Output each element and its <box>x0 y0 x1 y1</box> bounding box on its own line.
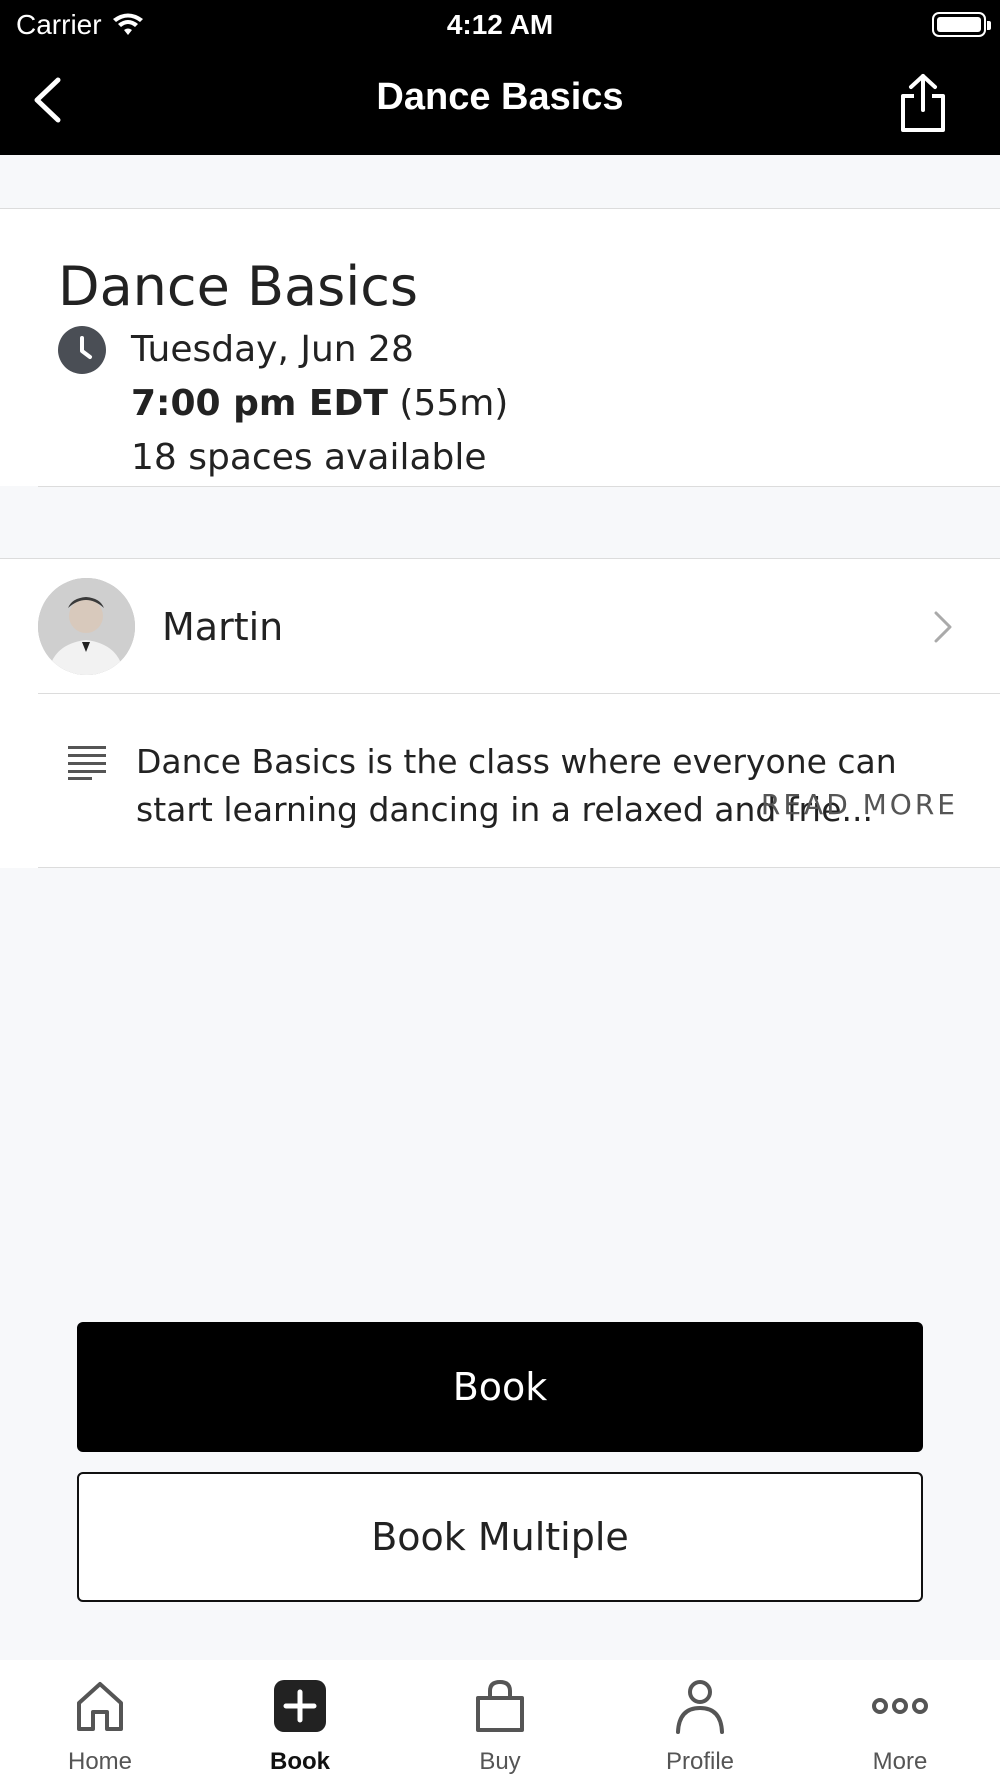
class-info-card: Dance Basics Tuesday, Jun 28 7:00 pm EDT… <box>0 208 1000 487</box>
class-duration: (55m) <box>399 383 509 424</box>
spaces-available: 18 spaces available <box>131 437 487 478</box>
tab-profile-label: Profile <box>665 1748 735 1775</box>
tab-book[interactable]: Book <box>200 1660 400 1778</box>
tab-bar: Home Book Buy Profile More <box>0 1660 1000 1778</box>
share-icon <box>901 74 945 132</box>
book-plus-icon <box>270 1676 330 1736</box>
chevron-right-icon <box>934 611 952 643</box>
home-icon <box>70 1676 130 1736</box>
instructor-row[interactable]: Martin <box>0 558 1000 694</box>
text-lines-icon <box>68 746 106 780</box>
divider <box>38 486 1000 487</box>
tab-buy[interactable]: Buy <box>400 1660 600 1778</box>
battery-icon <box>932 12 991 37</box>
class-time: 7:00 pm EDT (55m) <box>131 383 508 424</box>
tab-home[interactable]: Home <box>0 1660 200 1778</box>
shopping-bag-icon <box>470 1676 530 1736</box>
tab-more-label: More <box>872 1748 928 1775</box>
read-more-link[interactable]: READ MORE <box>761 788 958 821</box>
page-title: Dance Basics <box>376 76 624 118</box>
avatar <box>38 578 135 675</box>
book-multiple-button[interactable]: Book Multiple <box>77 1472 923 1602</box>
tab-more[interactable]: More <box>800 1660 1000 1778</box>
clock-icon <box>58 326 106 374</box>
class-title: Dance Basics <box>58 255 419 318</box>
divider <box>38 867 1000 868</box>
class-start-time: 7:00 pm EDT <box>131 383 388 424</box>
tab-buy-label: Buy <box>479 1748 521 1775</box>
top-bar: Carrier 4:12 AM Dance Basics <box>0 0 1000 155</box>
tab-profile[interactable]: Profile <box>600 1660 800 1778</box>
more-dots-icon <box>870 1676 930 1736</box>
class-date: Tuesday, Jun 28 <box>131 329 414 370</box>
person-icon <box>670 1676 730 1736</box>
share-button[interactable] <box>894 70 952 136</box>
book-button[interactable]: Book <box>77 1322 923 1452</box>
status-time: 4:12 AM <box>446 9 554 40</box>
tab-home-label: Home <box>67 1748 133 1775</box>
tab-book-label: Book <box>270 1748 330 1775</box>
description-row: Dance Basics is the class where everyone… <box>0 694 1000 868</box>
instructor-name: Martin <box>162 605 284 649</box>
status-bar: Carrier 4:12 AM <box>0 0 1000 50</box>
